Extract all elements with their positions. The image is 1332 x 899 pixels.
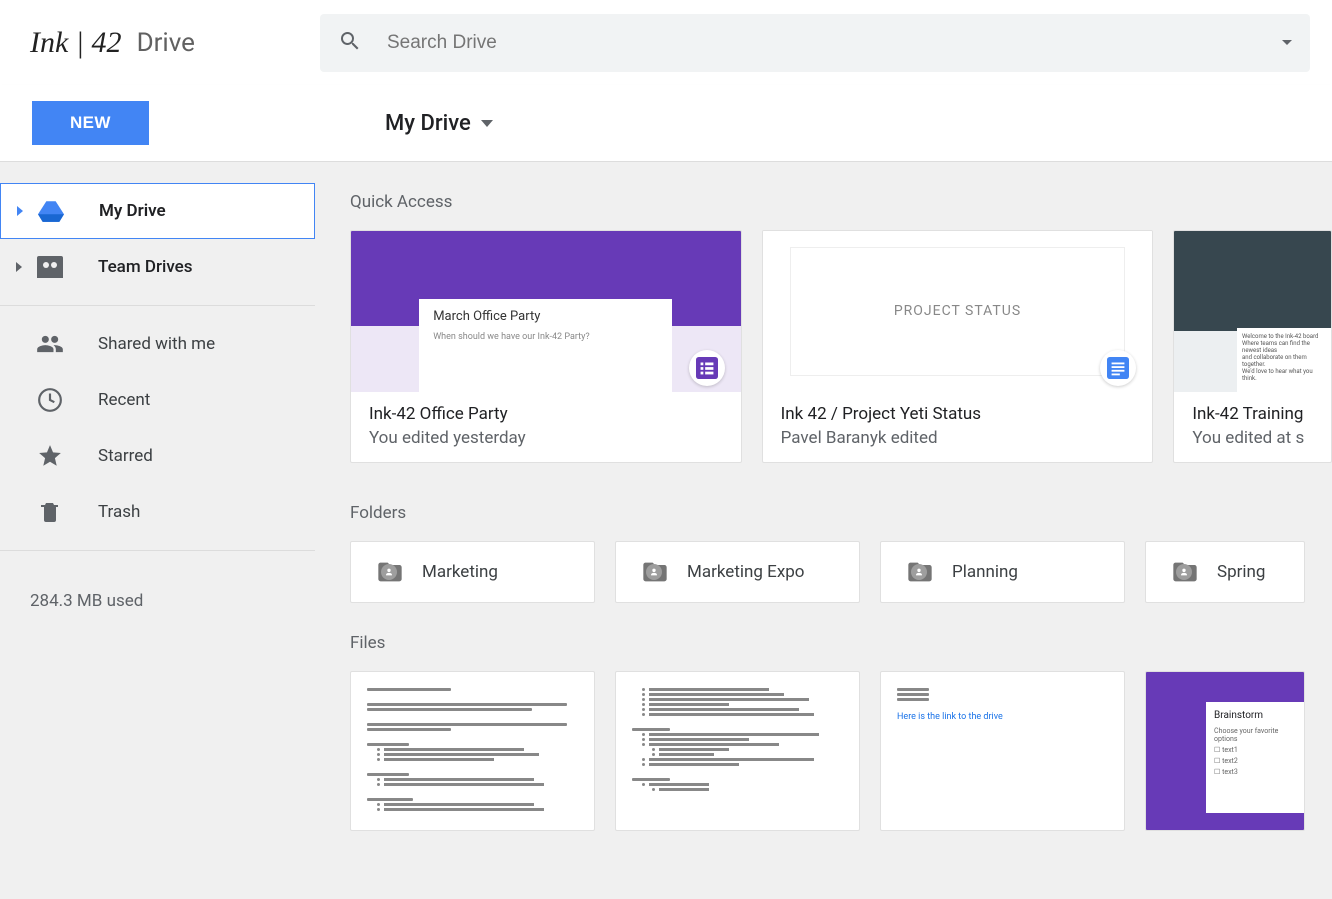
card-title: Ink 42 / Project Yeti Status [781,404,1135,424]
divider [0,305,315,306]
breadcrumb[interactable]: My Drive [385,111,493,136]
sidebar-item-label: Team Drives [98,257,193,277]
card-subtitle: You edited at s [1192,428,1313,448]
card-subtitle: Pavel Baranyk edited [781,428,1135,448]
folder-card[interactable]: Marketing [350,541,595,603]
quick-access-row: March Office Party When should we have o… [350,230,1332,463]
card-title: Ink-42 Training [1192,404,1313,424]
file-card[interactable] [615,671,860,831]
files-row: Here is the link to the drive Brainstorm… [350,671,1332,831]
folder-shared-icon [1171,558,1199,586]
thumb-title: March Office Party [433,309,658,324]
logo-text: Ink | 42 [30,26,122,60]
sidebar-item-my-drive[interactable]: My Drive [0,183,315,239]
sidebar-item-recent[interactable]: Recent [0,372,315,428]
search-bar[interactable] [320,14,1310,72]
doc-thumbnail [616,672,859,830]
folder-card[interactable]: Planning [880,541,1125,603]
header: Ink | 42 Drive [0,0,1332,85]
sidebar-item-trash[interactable]: Trash [0,484,315,540]
search-input[interactable] [387,32,1282,54]
toolbar: NEW My Drive [0,85,1332,162]
file-card[interactable]: Here is the link to the drive [880,671,1125,831]
file-card[interactable]: Brainstorm Choose your favorite options … [1145,671,1305,831]
quick-access-card[interactable]: PROJECT STATUS Ink 42 / Project Yeti Sta… [762,230,1154,463]
folder-name: Spring [1217,562,1265,582]
forms-icon [689,350,725,386]
sidebar-item-starred[interactable]: Starred [0,428,315,484]
breadcrumb-label: My Drive [385,111,471,136]
quick-access-card[interactable]: Welcome to the Ink-42 boardWhere teams c… [1173,230,1332,463]
new-button[interactable]: NEW [32,101,149,145]
card-thumbnail: Welcome to the Ink-42 boardWhere teams c… [1174,231,1331,392]
trash-icon [32,500,68,524]
sidebar-item-label: Trash [98,502,140,522]
card-title: Ink-42 Office Party [369,404,723,424]
team-drives-icon [32,256,68,278]
people-icon [32,330,68,358]
sidebar-item-label: Shared with me [98,334,215,354]
thumb-title: PROJECT STATUS [790,247,1125,376]
search-icon [338,29,362,57]
folder-name: Marketing [422,562,498,582]
clock-icon [32,387,68,413]
sidebar-item-team-drives[interactable]: Team Drives [0,239,315,295]
doc-thumbnail: Here is the link to the drive [881,672,1124,830]
file-card[interactable] [350,671,595,831]
expand-icon[interactable] [13,206,27,216]
divider [0,550,315,551]
folder-card[interactable]: Marketing Expo [615,541,860,603]
sidebar-item-shared[interactable]: Shared with me [0,316,315,372]
product-label: Drive [137,28,195,58]
folder-shared-icon [376,558,404,586]
folder-name: Planning [952,562,1018,582]
section-title-folders: Folders [350,503,1332,523]
sidebar-item-label: Starred [98,446,153,466]
star-icon [32,443,68,469]
expand-icon[interactable] [12,262,26,272]
card-subtitle: You edited yesterday [369,428,723,448]
search-options-caret-icon[interactable] [1282,40,1292,45]
folder-shared-icon [641,558,669,586]
folders-row: Marketing Marketing Expo Planning [350,541,1332,603]
folder-shared-icon [906,558,934,586]
sidebar: My Drive Team Drives Shared with me [0,162,315,899]
sidebar-item-label: Recent [98,390,150,410]
folder-name: Marketing Expo [687,562,805,582]
chevron-down-icon [481,120,493,127]
section-title-quick-access: Quick Access [350,192,1332,212]
quick-access-card[interactable]: March Office Party When should we have o… [350,230,742,463]
thumb-title: Brainstorm [1214,710,1296,721]
card-thumbnail: PROJECT STATUS [763,231,1153,392]
drive-icon [33,198,69,224]
form-thumbnail: Brainstorm Choose your favorite options … [1206,702,1304,813]
logo-area: Ink | 42 Drive [30,26,290,60]
thumb-sub: When should we have our Ink-42 Party? [433,332,658,342]
doc-thumbnail [351,672,594,830]
sidebar-item-label: My Drive [99,201,166,221]
folder-card[interactable]: Spring [1145,541,1305,603]
storage-used: 284.3 MB used [0,561,315,611]
main-content: Quick Access March Office Party When sho… [315,162,1332,899]
section-title-files: Files [350,633,1332,653]
card-thumbnail: March Office Party When should we have o… [351,231,741,392]
